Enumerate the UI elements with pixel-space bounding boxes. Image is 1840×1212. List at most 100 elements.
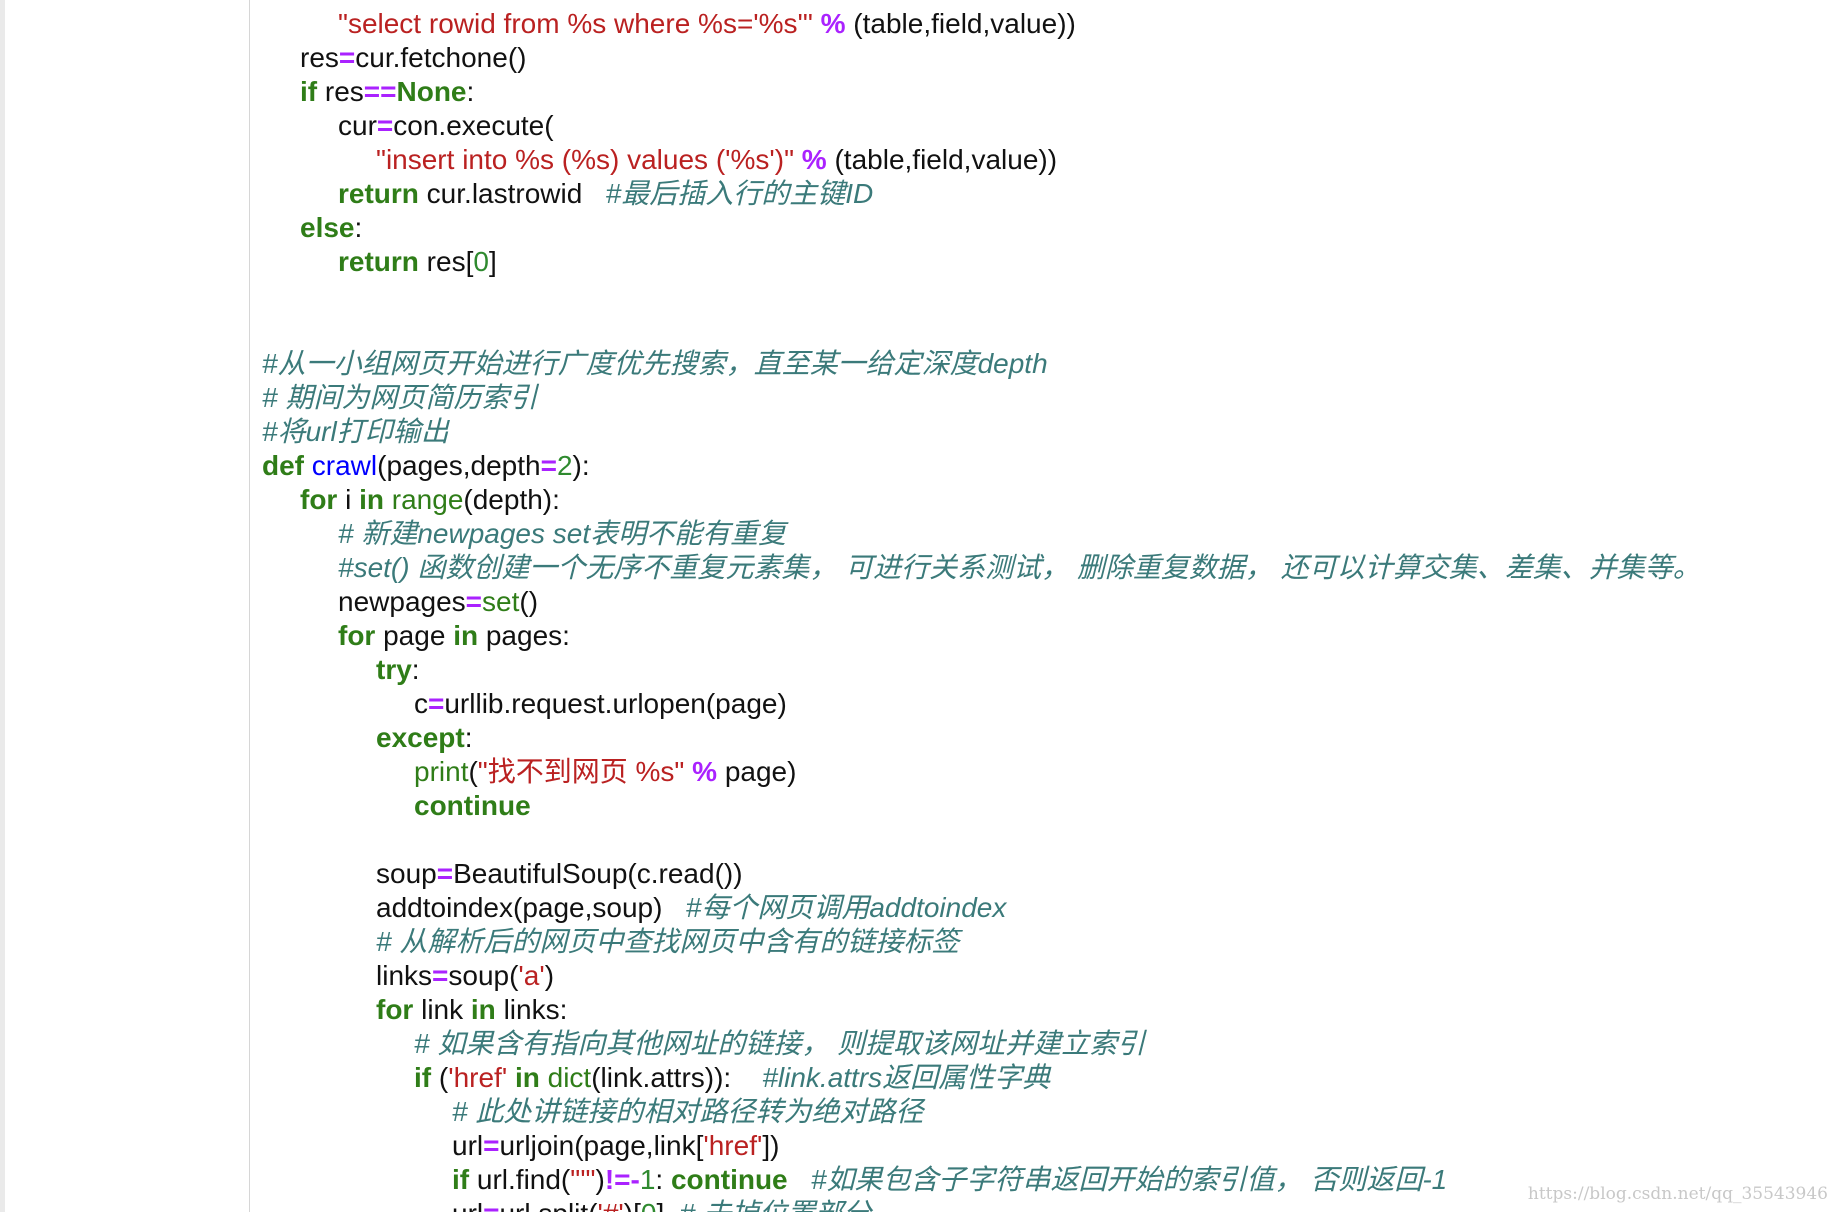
code-cell[interactable]: "select rowid from %s where %s='%s'" % (… xyxy=(250,0,1840,1212)
code-token: None xyxy=(396,76,467,107)
code-token: 0 xyxy=(641,1198,657,1212)
code-line: links=soup('a') xyxy=(376,959,554,993)
code-line: soup=BeautifulSoup(c.read()) xyxy=(376,857,743,891)
code-token: soup( xyxy=(448,960,519,991)
code-token: in xyxy=(470,994,496,1025)
code-line: return res[0] xyxy=(338,245,497,279)
code-token: % xyxy=(692,756,718,787)
code-token: #link.attrs返回属性字典 xyxy=(762,1062,1051,1093)
code-token: '#' xyxy=(598,1198,624,1212)
code-line: # 期间为网页简历索引 xyxy=(262,381,537,415)
code-token: url xyxy=(452,1130,484,1161)
code-token: range xyxy=(391,484,464,515)
code-token: #最后插入行的主键ID xyxy=(605,178,874,209)
code-token: page) xyxy=(717,756,797,787)
code-token: % xyxy=(820,8,846,39)
code-token: if xyxy=(452,1164,470,1195)
code-token: : xyxy=(466,76,475,107)
code-token: 'a' xyxy=(518,960,545,991)
code-line: "insert into %s (%s) values ('%s')" % (t… xyxy=(376,143,1057,177)
code-token: con.execute( xyxy=(393,110,554,141)
code-line: "select rowid from %s where %s='%s'" % (… xyxy=(338,7,1076,41)
code-line: for link in links: xyxy=(376,993,567,1027)
code-token: = xyxy=(376,110,394,141)
code-token: def xyxy=(262,450,304,481)
code-token: links: xyxy=(495,994,568,1025)
code-token: res[ xyxy=(418,246,474,277)
code-line: if ('href' in dict(link.attrs)): #link.a… xyxy=(414,1061,1050,1095)
code-token: #如果包含子字符串返回开始的索引值， 否则返回-1 xyxy=(810,1164,1448,1195)
code-line: addtoindex(page,soup) #每个网页调用addtoindex xyxy=(376,891,1006,925)
code-line: newpages=set() xyxy=(338,585,538,619)
code-token: #set() 函数创建一个无序不重复元素集， 可进行关系测试， 删除重复数据， … xyxy=(338,552,1701,583)
code-token: = xyxy=(465,586,483,617)
code-token: (table,field,value)) xyxy=(826,144,1058,175)
code-token: BeautifulSoup(c.read()) xyxy=(453,858,743,889)
code-token: try xyxy=(376,654,412,685)
code-line: # 从解析后的网页中查找网页中含有的链接标签 xyxy=(376,925,959,959)
code-token: : xyxy=(354,212,363,243)
code-token: dict xyxy=(547,1062,592,1093)
code-token: == xyxy=(363,76,397,107)
code-token: ): xyxy=(572,450,590,481)
code-token: = xyxy=(483,1198,499,1212)
code-line: if url.find("'")!=-1: continue #如果包含子字符串… xyxy=(452,1163,1447,1197)
code-line: continue xyxy=(414,789,531,823)
code-line: else: xyxy=(300,211,362,245)
code-token: #将url打印输出 xyxy=(262,416,449,447)
code-line: #set() 函数创建一个无序不重复元素集， 可进行关系测试， 删除重复数据， … xyxy=(338,551,1701,585)
code-line: for i in range(depth): xyxy=(300,483,560,517)
code-line: try: xyxy=(376,653,420,687)
code-token: 1 xyxy=(639,1164,656,1195)
code-token: continue xyxy=(670,1164,788,1195)
code-token: 2 xyxy=(556,450,573,481)
code-token: # 新建newpages set表明不能有重复 xyxy=(338,518,787,549)
code-token: for xyxy=(300,484,338,515)
code-line: url=url.split('#')[0] # 去掉位置部分 xyxy=(452,1197,871,1212)
code-token: links xyxy=(376,960,433,991)
code-token: in xyxy=(514,1062,540,1093)
code-token: (depth): xyxy=(463,484,560,515)
code-token: # 期间为网页简历索引 xyxy=(262,382,538,413)
cell-prompt-gutter xyxy=(5,0,250,1212)
code-token: addtoindex(page,soup) xyxy=(376,892,686,923)
code-line: for page in pages: xyxy=(338,619,570,653)
code-token: = xyxy=(338,42,356,73)
code-token: = xyxy=(428,688,445,719)
code-token: c xyxy=(414,688,428,719)
code-line: print("找不到网页 %s" % page) xyxy=(414,755,796,789)
code-token: i xyxy=(337,484,360,515)
screenshot-frame: "select rowid from %s where %s='%s'" % (… xyxy=(0,0,1840,1212)
code-token: ) xyxy=(544,960,555,991)
code-token: url.find( xyxy=(469,1164,571,1195)
code-token: #每个网页调用addtoindex xyxy=(685,892,1007,923)
watermark: https://blog.csdn.net/qq_35543946 xyxy=(1527,1184,1828,1204)
code-token: url.split( xyxy=(499,1198,597,1212)
code-line: cur=con.execute( xyxy=(338,109,554,143)
code-token: = xyxy=(436,858,454,889)
code-token: (link.attrs)): xyxy=(591,1062,763,1093)
code-token: url xyxy=(452,1198,483,1212)
code-token: # 去掉位置部分 xyxy=(680,1198,871,1212)
code-token: ( xyxy=(431,1062,449,1093)
code-token: 'href' xyxy=(448,1062,508,1093)
code-token: ]) xyxy=(762,1130,780,1161)
code-token: "select rowid from %s where %s='%s'" xyxy=(338,8,813,39)
code-token: return xyxy=(338,246,419,277)
code-token: cur.lastrowid xyxy=(418,178,606,209)
code-token: : xyxy=(411,654,420,685)
code-token: ( xyxy=(468,756,478,787)
code-token: (pages,depth xyxy=(377,450,541,481)
code-token: # 如果含有指向其他网址的链接， 则提取该网址并建立索引 xyxy=(414,1028,1146,1059)
code-token: () xyxy=(519,586,539,617)
code-token: urljoin(page,link[ xyxy=(499,1130,704,1161)
code-token: crawl xyxy=(311,450,378,481)
code-token: = xyxy=(432,960,449,991)
code-token: set xyxy=(482,586,520,617)
